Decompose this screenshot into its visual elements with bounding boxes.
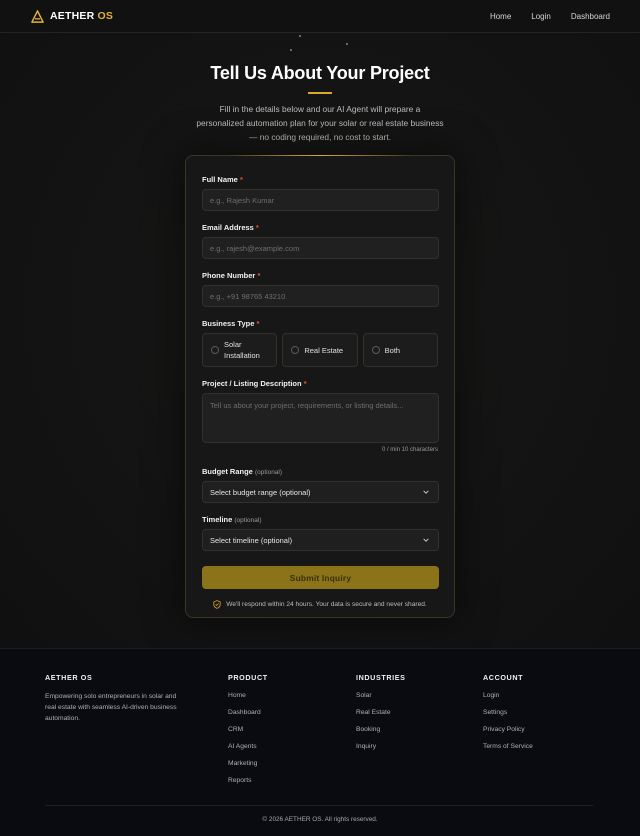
footer-industries-column: INDUSTRIES Solar Real Estate Booking Inq… xyxy=(356,673,406,759)
nav-home-link[interactable]: Home xyxy=(490,12,511,21)
top-nav: Home Login Dashboard xyxy=(490,12,610,21)
timeline-group: Timeline (optional) Select timeline (opt… xyxy=(202,515,439,551)
radio-circle-icon xyxy=(371,346,380,354)
footer-link-privacy-policy[interactable]: Privacy Policy xyxy=(483,725,533,734)
email-label: Email Address * xyxy=(202,223,259,232)
nav-dashboard-link[interactable]: Dashboard xyxy=(571,12,610,21)
chevron-down-icon xyxy=(423,538,429,542)
business-type-group: Business Type * Solar Installation Real … xyxy=(202,319,438,367)
footer-link-solar[interactable]: Solar xyxy=(356,691,406,700)
timeline-label: Timeline (optional) xyxy=(202,515,262,524)
footer-link-login[interactable]: Login xyxy=(483,691,533,700)
aether-logo-icon xyxy=(31,9,44,23)
footer-link-crm[interactable]: CRM xyxy=(228,725,268,734)
title-underline xyxy=(308,92,332,94)
business-type-options: Solar Installation Real Estate Both xyxy=(202,333,438,367)
radio-label: Solar Installation xyxy=(224,340,260,360)
phone-group: Phone Number * xyxy=(202,271,439,307)
footer-link-terms-of-service[interactable]: Terms of Service xyxy=(483,742,533,751)
footer-account-column: ACCOUNT Login Settings Privacy Policy Te… xyxy=(483,673,533,759)
business-type-label: Business Type * xyxy=(202,319,260,328)
page-title: Tell Us About Your Project xyxy=(210,63,430,83)
footer-brand-description: Empowering solo entrepreneurs in solar a… xyxy=(45,693,177,722)
radio-circle-icon xyxy=(211,346,219,354)
footer-brand-column: AETHER OS Empowering solo entrepreneurs … xyxy=(45,673,180,724)
budget-select-value: Select budget range (optional) xyxy=(202,481,439,503)
budget-label: Budget Range (optional) xyxy=(202,467,283,476)
footer-industries-heading: INDUSTRIES xyxy=(356,673,406,682)
footer-account-heading: ACCOUNT xyxy=(483,673,524,682)
brand-name: AETHER OS xyxy=(50,10,114,22)
footer-product-column: PRODUCT Home Dashboard CRM AI Agents Mar… xyxy=(228,673,268,793)
footer-brand-heading: AETHER OS xyxy=(45,673,93,682)
full-name-label: Full Name * xyxy=(202,175,243,184)
secure-note-text: We'll respond within 24 hours. Your data… xyxy=(226,601,427,608)
site-footer: AETHER OS Empowering solo entrepreneurs … xyxy=(0,648,640,836)
submit-inquiry-button[interactable]: Submit Inquiry xyxy=(202,566,439,589)
hero: Tell Us About Your Project Fill in the d… xyxy=(0,33,640,144)
radio-label: Both xyxy=(384,345,401,355)
footer-link-reports[interactable]: Reports xyxy=(228,776,268,785)
footer-link-home[interactable]: Home xyxy=(228,691,268,700)
radio-label: Real Estate xyxy=(304,345,344,355)
email-group: Email Address * xyxy=(202,223,439,259)
radio-circle-icon xyxy=(291,346,300,354)
timeline-select-value: Select timeline (optional) xyxy=(202,529,439,551)
footer-link-real-estate[interactable]: Real Estate xyxy=(356,708,406,717)
footer-divider xyxy=(45,805,593,806)
footer-copyright: © 2026 AETHER OS. All rights reserved. xyxy=(262,816,378,823)
site-header: AETHER OS Home Login Dashboard xyxy=(0,0,640,33)
budget-select[interactable]: Select budget range (optional) xyxy=(202,481,439,503)
footer-link-booking[interactable]: Booking xyxy=(356,725,406,734)
phone-input[interactable] xyxy=(202,285,439,307)
brand[interactable]: AETHER OS xyxy=(31,9,114,23)
footer-link-settings[interactable]: Settings xyxy=(483,708,533,717)
business-type-option-both[interactable]: Both xyxy=(362,333,438,367)
budget-group: Budget Range (optional) Select budget ra… xyxy=(202,467,439,503)
page-subtitle: Fill in the details below and our AI Age… xyxy=(196,104,444,142)
full-name-input[interactable] xyxy=(202,189,439,211)
footer-link-marketing[interactable]: Marketing xyxy=(228,759,268,768)
full-name-group: Full Name * xyxy=(202,175,439,211)
timeline-select[interactable]: Select timeline (optional) xyxy=(202,529,439,551)
shield-check-icon xyxy=(213,600,221,609)
footer-product-heading: PRODUCT xyxy=(228,673,268,682)
description-textarea[interactable] xyxy=(202,393,439,443)
inquiry-form: Full Name * Email Address * Phone Number… xyxy=(185,155,455,618)
footer-link-ai-agents[interactable]: AI Agents xyxy=(228,742,268,751)
nav-login-link[interactable]: Login xyxy=(531,12,551,21)
business-type-option-solar[interactable]: Solar Installation xyxy=(202,333,278,367)
footer-link-inquiry[interactable]: Inquiry xyxy=(356,742,406,751)
phone-label: Phone Number * xyxy=(202,271,261,280)
description-group: Project / Listing Description * 0 / min … xyxy=(202,379,439,453)
secure-note: We'll respond within 24 hours. Your data… xyxy=(202,600,438,609)
business-type-option-real-estate[interactable]: Real Estate xyxy=(282,333,358,367)
footer-link-dashboard[interactable]: Dashboard xyxy=(228,708,268,717)
email-input[interactable] xyxy=(202,237,439,259)
description-label: Project / Listing Description * xyxy=(202,379,307,388)
char-counter: 0 / min 10 characters xyxy=(381,447,438,453)
chevron-down-icon xyxy=(423,490,429,494)
